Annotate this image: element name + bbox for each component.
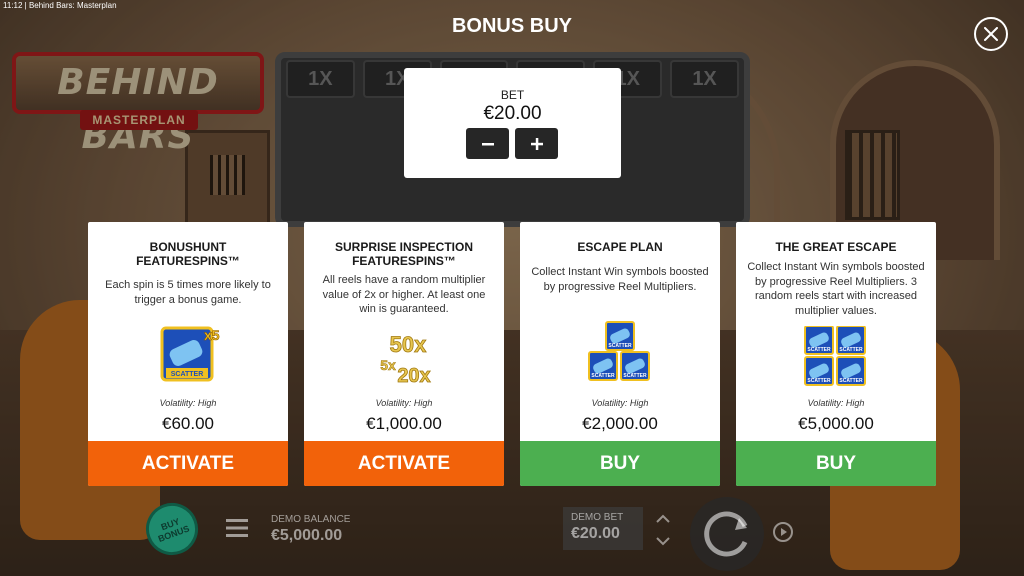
chevron-down-icon[interactable] <box>648 532 678 550</box>
logo-title: BEHIND BARS <box>12 52 264 157</box>
demo-bet: DEMO BET €20.00 <box>563 507 643 550</box>
minus-icon <box>481 142 494 145</box>
svg-text:SCATTER: SCATTER <box>807 347 831 353</box>
card-description: All reels have a random multiplier value… <box>322 274 486 315</box>
bet-adjust-arrows <box>648 510 678 550</box>
spin-icon <box>704 511 748 557</box>
cell-door-window <box>210 155 245 195</box>
logo-subtitle: MASTERPLAN <box>80 110 198 130</box>
three-scatter-icon: SCATTER SCATTER SCATTER <box>588 321 650 381</box>
chevron-up-icon[interactable] <box>648 510 678 528</box>
bet-panel: BET €20.00 <box>404 68 621 178</box>
demo-balance-label: DEMO BALANCE <box>271 514 351 525</box>
card-volatility: Volatility: High <box>591 398 649 408</box>
activate-bonushunt-button[interactable]: ACTIVATE <box>88 441 288 486</box>
svg-text:SCATTER: SCATTER <box>171 371 204 378</box>
card-volatility: Volatility: High <box>375 398 433 408</box>
buy-great-escape-button[interactable]: BUY <box>736 441 936 486</box>
demo-balance: DEMO BALANCE €5,000.00 <box>271 514 350 545</box>
demo-bet-label: DEMO BET <box>571 512 624 523</box>
reel-multiplier: 1X <box>286 60 355 98</box>
card-title: THE GREAT ESCAPE <box>775 240 897 254</box>
card-volatility: Volatility: High <box>159 398 217 408</box>
card-volatility: Volatility: High <box>807 398 865 408</box>
demo-bet-value: €20.00 <box>571 525 620 542</box>
card-description: Collect Instant Win symbols boosted by p… <box>531 266 709 293</box>
multiplier-values-icon: 50x 5x 20x <box>380 332 431 388</box>
buy-escape-plan-button[interactable]: BUY <box>520 441 720 486</box>
close-button[interactable] <box>974 17 1008 51</box>
card-price: €2,000.00 <box>582 414 658 433</box>
svg-text:SCATTER: SCATTER <box>608 343 632 349</box>
card-title: SURPRISE INSPECTION FEATURESPINS™ <box>334 240 474 268</box>
bonus-card-escape-plan: ESCAPE PLAN Collect Instant Win symbols … <box>520 222 720 486</box>
reel-multiplier: 1X <box>670 60 739 98</box>
svg-text:SCATTER: SCATTER <box>839 378 863 384</box>
autoplay-button[interactable] <box>770 519 796 545</box>
game-logo: BEHIND BARS MASTERPLAN <box>12 52 264 157</box>
svg-text:SCATTER: SCATTER <box>591 373 615 379</box>
svg-text:50x: 50x <box>390 332 427 357</box>
card-title: ESCAPE PLAN <box>577 240 663 254</box>
svg-text:20x: 20x <box>397 365 430 387</box>
demo-balance-value: €5,000.00 <box>271 527 343 544</box>
bonus-card-great-escape: THE GREAT ESCAPE Collect Instant Win sym… <box>736 222 936 486</box>
close-icon <box>984 27 998 41</box>
activate-surprise-inspection-button[interactable]: ACTIVATE <box>304 441 504 486</box>
hamburger-menu-icon[interactable] <box>226 518 248 538</box>
card-title: BONUSHUNT FEATURESPINS™ <box>136 240 240 268</box>
bet-label: BET <box>500 88 525 102</box>
increase-bet-button[interactable] <box>515 128 558 159</box>
bonus-card-bonushunt: BONUSHUNT FEATURESPINS™ Each spin is 5 t… <box>88 222 288 486</box>
card-price: €60.00 <box>162 414 214 433</box>
svg-text:SCATTER: SCATTER <box>807 378 831 384</box>
svg-text:x5: x5 <box>204 327 220 343</box>
card-description: Each spin is 5 times more likely to trig… <box>105 279 271 306</box>
plus-icon <box>530 137 543 150</box>
barred-window <box>845 130 900 220</box>
bonus-card-surprise-inspection: SURPRISE INSPECTION FEATURESPINS™ All re… <box>304 222 504 486</box>
svg-text:SCATTER: SCATTER <box>839 347 863 353</box>
svg-text:5x: 5x <box>380 357 396 373</box>
decrease-bet-button[interactable] <box>466 128 509 159</box>
scatter-x5-icon: SCATTER x5 <box>160 326 220 382</box>
card-price: €5,000.00 <box>798 414 874 433</box>
page-title: BONUS BUY <box>451 15 572 37</box>
four-scatter-icon: SCATTER SCATTER SCATTER SCATTER <box>804 326 866 386</box>
card-price: €1,000.00 <box>366 414 442 433</box>
card-description: Collect Instant Win symbols boosted by p… <box>747 261 925 317</box>
spin-button[interactable] <box>690 497 764 571</box>
window-status-text: 11:12 | Behind Bars: Masterplan <box>3 1 117 10</box>
svg-text:SCATTER: SCATTER <box>623 373 647 379</box>
bet-value: €20.00 <box>483 103 542 124</box>
autoplay-icon <box>773 522 793 542</box>
